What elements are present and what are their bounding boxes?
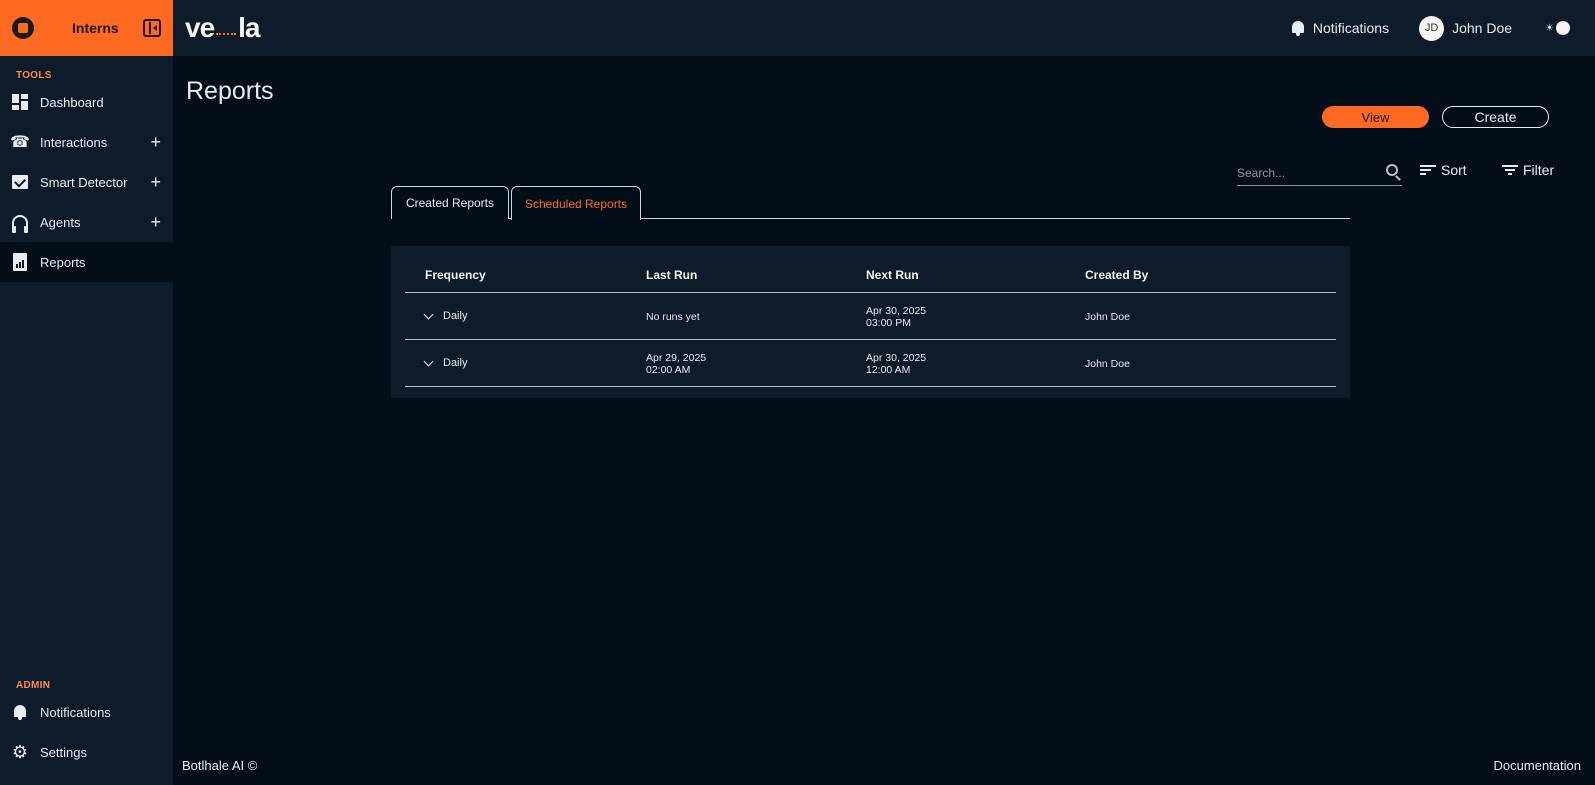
- table-header: Frequency Last Run Next Run Created By: [405, 246, 1336, 293]
- sidebar-item-label: Settings: [40, 744, 87, 760]
- table-row[interactable]: Daily Apr 29, 2025 02:00 AM Apr 30, 2025…: [405, 340, 1336, 387]
- expand-plus-icon[interactable]: +: [150, 172, 161, 193]
- sort-icon: [1420, 164, 1436, 176]
- chart-icon: [11, 173, 29, 191]
- tools-nav: Dashboard ☎ Interactions + Smart Detecto…: [0, 82, 173, 282]
- next-run-time: 12:00 AM: [866, 364, 911, 376]
- collapse-sidebar-icon[interactable]: [143, 19, 161, 37]
- notifications-label: Notifications: [1312, 20, 1390, 36]
- phone-icon: ☎: [10, 134, 30, 151]
- app-root: Interns TOOLS Dashboard ☎ Interactions +…: [0, 0, 1595, 785]
- sidebar-item-interactions[interactable]: ☎ Interactions +: [0, 122, 173, 162]
- last-run-cell: Apr 29, 2025 02:00 AM: [646, 352, 706, 376]
- user-name: John Doe: [1452, 20, 1513, 36]
- org-header[interactable]: Interns: [0, 0, 173, 56]
- scheduled-reports-table: Frequency Last Run Next Run Created By D…: [391, 246, 1350, 398]
- sidebar-item-label: Reports: [40, 254, 86, 270]
- view-button[interactable]: View: [1322, 106, 1429, 128]
- column-header-next-run[interactable]: Next Run: [866, 268, 919, 282]
- sidebar-item-agents[interactable]: Agents +: [0, 202, 173, 242]
- chevron-down-icon[interactable]: [423, 356, 434, 366]
- avatar: JD: [1419, 15, 1445, 41]
- sun-icon: ☀: [1545, 22, 1554, 34]
- search-input[interactable]: [1237, 165, 1377, 180]
- report-icon: [11, 253, 29, 271]
- chevron-down-icon[interactable]: [423, 309, 434, 319]
- org-name: Interns: [72, 20, 119, 36]
- gear-icon: ⚙: [11, 742, 29, 762]
- column-header-last-run[interactable]: Last Run: [646, 268, 697, 282]
- filter-button[interactable]: Filter: [1502, 162, 1554, 178]
- frequency-value: Daily: [443, 310, 468, 322]
- frequency-cell: Daily: [423, 356, 468, 369]
- tab-scheduled-reports[interactable]: Scheduled Reports: [511, 186, 641, 220]
- column-header-created-by[interactable]: Created By: [1085, 268, 1148, 282]
- topbar-actions: Notifications JD John Doe ☀: [1291, 0, 1595, 56]
- tab-created-reports[interactable]: Created Reports: [391, 186, 509, 219]
- last-run-cell: No runs yet: [646, 311, 700, 323]
- next-run-date: Apr 30, 2025: [866, 305, 927, 317]
- documentation-link[interactable]: Documentation: [1494, 758, 1581, 773]
- footer-copyright: Botlhale AI ©: [182, 758, 258, 773]
- frequency-value: Daily: [443, 357, 468, 369]
- brand-logo: ve la: [185, 12, 261, 44]
- brand-name-left: ve: [185, 12, 215, 43]
- sort-label: Sort: [1441, 162, 1467, 178]
- sidebar-item-label: Agents: [40, 214, 81, 230]
- search-box: [1237, 160, 1402, 186]
- sidebar-item-reports[interactable]: Reports: [0, 242, 173, 282]
- sidebar: Interns TOOLS Dashboard ☎ Interactions +…: [0, 0, 173, 785]
- toggle-knob: [1556, 21, 1570, 35]
- user-menu[interactable]: JD John Doe: [1419, 15, 1513, 41]
- page-title: Reports: [186, 77, 274, 105]
- next-run-date: Apr 30, 2025: [866, 352, 927, 364]
- table-row[interactable]: Daily No runs yet Apr 30, 2025 03:00 PM …: [405, 293, 1336, 340]
- report-tabs: Created Reports Scheduled Reports: [391, 186, 1350, 220]
- created-by-cell: John Doe: [1085, 311, 1130, 323]
- sort-button[interactable]: Sort: [1420, 162, 1467, 178]
- sidebar-item-notifications[interactable]: Notifications: [0, 692, 173, 732]
- created-by-cell: John Doe: [1085, 358, 1130, 370]
- org-logo-icon: [12, 17, 34, 39]
- brand-name-right: la: [238, 12, 260, 43]
- sidebar-item-label: Notifications: [40, 704, 111, 720]
- admin-nav: Notifications ⚙ Settings: [0, 692, 173, 772]
- headset-icon: [11, 213, 29, 233]
- sidebar-item-smart-detector[interactable]: Smart Detector +: [0, 162, 173, 202]
- create-button[interactable]: Create: [1442, 106, 1549, 128]
- next-run-time: 03:00 PM: [866, 317, 911, 329]
- sidebar-item-settings[interactable]: ⚙ Settings: [0, 732, 173, 772]
- dashboard-icon: [11, 93, 29, 111]
- sidebar-item-label: Interactions: [40, 134, 108, 150]
- next-run-cell: Apr 30, 2025 03:00 PM: [866, 305, 926, 329]
- theme-toggle[interactable]: ☀: [1545, 21, 1570, 35]
- sidebar-item-dashboard[interactable]: Dashboard: [0, 82, 173, 122]
- filter-label: Filter: [1523, 162, 1555, 178]
- waveform-icon: [216, 25, 237, 35]
- search-icon[interactable]: [1386, 164, 1398, 176]
- frequency-cell: Daily: [423, 309, 468, 322]
- filter-icon: [1502, 164, 1518, 176]
- topbar-notifications-button[interactable]: Notifications: [1291, 20, 1389, 36]
- sidebar-item-label: Dashboard: [40, 94, 104, 110]
- tools-section-label: TOOLS: [16, 70, 52, 81]
- admin-section-label: ADMIN: [16, 680, 51, 691]
- topbar: ve la Notifications JD John Doe ☀: [173, 0, 1595, 56]
- expand-plus-icon[interactable]: +: [150, 132, 161, 153]
- column-header-frequency[interactable]: Frequency: [425, 268, 486, 282]
- last-run-date: Apr 29, 2025: [646, 352, 707, 364]
- last-run-time: 02:00 AM: [646, 364, 691, 376]
- bell-icon: [11, 703, 29, 721]
- sidebar-item-label: Smart Detector: [40, 174, 128, 190]
- next-run-cell: Apr 30, 2025 12:00 AM: [866, 352, 926, 376]
- bell-icon: [1291, 20, 1305, 36]
- last-run-value: No runs yet: [646, 311, 700, 323]
- expand-plus-icon[interactable]: +: [150, 212, 161, 233]
